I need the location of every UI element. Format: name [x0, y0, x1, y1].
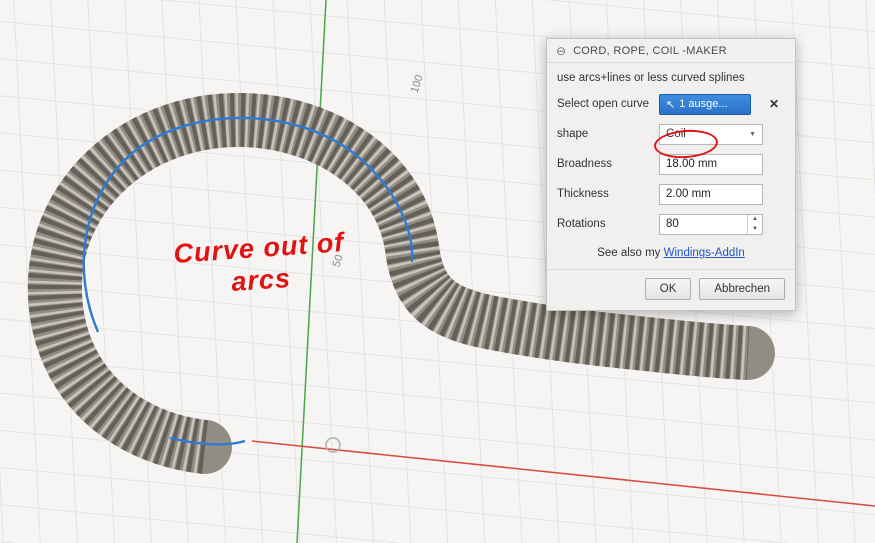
cursor-icon: ↖	[666, 98, 676, 111]
ok-button[interactable]: OK	[644, 278, 692, 300]
selected-curve-count: 1 ausge...	[679, 98, 728, 110]
spin-up-icon[interactable]: ▲	[748, 215, 762, 225]
shape-dropdown[interactable]: Coil ▼	[659, 123, 763, 145]
coil-maker-dialog: ⊖ CORD, ROPE, COIL -MAKER use arcs+lines…	[546, 38, 796, 311]
dialog-title-bar[interactable]: ⊖ CORD, ROPE, COIL -MAKER	[547, 39, 795, 63]
chevron-down-icon: ▼	[749, 130, 756, 138]
red-axis-line	[251, 440, 875, 507]
dialog-button-bar: OK Abbrechen	[547, 269, 795, 310]
clear-selection-icon[interactable]: ✕	[769, 97, 779, 111]
shape-label: shape	[557, 128, 589, 140]
windings-addin-link[interactable]: Windings-AddIn	[664, 247, 745, 259]
broadness-row: Broadness	[547, 149, 795, 179]
viewport-canvas[interactable]: 100 50 Curve out of arcs ⊖ CORD, ROPE, C…	[0, 0, 875, 543]
broadness-input[interactable]	[659, 153, 763, 175]
drag-grip-icon: ⊖	[556, 43, 567, 58]
rotations-row: Rotations ▲ ▼	[547, 209, 795, 239]
spin-down-icon[interactable]: ▼	[748, 224, 762, 234]
dialog-hint-text: use arcs+lines or less curved splines	[557, 72, 745, 84]
shape-row: shape Coil ▼	[547, 119, 795, 149]
thickness-label: Thickness	[557, 188, 609, 200]
thickness-input[interactable]	[659, 183, 763, 205]
see-also-text: See also my Windings-AddIn	[547, 239, 795, 265]
select-curve-label: Select open curve	[557, 98, 650, 110]
see-also-prefix: See also my	[597, 247, 664, 259]
rotations-label: Rotations	[557, 218, 606, 230]
thickness-row: Thickness	[547, 179, 795, 209]
selected-curve-button[interactable]: ↖ 1 ausge...	[659, 93, 751, 115]
shape-dropdown-value: Coil	[666, 128, 686, 140]
broadness-label: Broadness	[557, 158, 612, 170]
cancel-button[interactable]: Abbrechen	[699, 278, 785, 300]
dialog-title: CORD, ROPE, COIL -MAKER	[573, 44, 727, 57]
rotations-spinner: ▲ ▼	[747, 214, 762, 234]
select-curve-row: Select open curve ↖ 1 ausge... ✕	[547, 89, 795, 119]
